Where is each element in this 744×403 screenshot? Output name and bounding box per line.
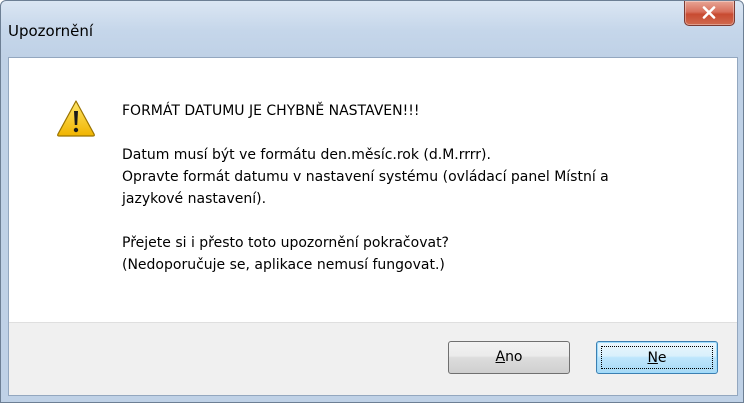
close-icon — [702, 6, 716, 19]
no-button-label: e — [657, 350, 667, 366]
message-line: Datum musí být ve formátu den.měsíc.rok … — [122, 147, 491, 163]
title-bar[interactable]: Upozornění — [1, 1, 743, 57]
message-question: Přejete si i přesto toto upozornění pokr… — [122, 235, 449, 251]
window-title: Upozornění — [8, 22, 94, 40]
close-button[interactable] — [684, 1, 735, 26]
dialog-client-area: FORMÁT DATUMU JE CHYBNĚ NASTAVEN!!! Datu… — [8, 57, 738, 396]
yes-button[interactable]: Ano — [448, 341, 570, 374]
no-button-accelerator: N — [647, 350, 658, 366]
message-area: FORMÁT DATUMU JE CHYBNĚ NASTAVEN!!! Datu… — [9, 58, 737, 322]
message-line: jazykové nastavení). — [122, 191, 267, 207]
yes-button-accelerator: A — [495, 349, 506, 365]
focus-rectangle: Ne — [601, 346, 713, 369]
message-text: FORMÁT DATUMU JE CHYBNĚ NASTAVEN!!! Datu… — [122, 100, 722, 276]
yes-button-label: no — [505, 349, 523, 365]
message-line: Opravte formát datumu v nastavení systém… — [122, 169, 609, 185]
message-note: (Nedoporučuje se, aplikace nemusí fungov… — [122, 257, 445, 273]
dialog-window: Upozornění FORMÁT DATUMU JE CHYBNĚ NASTA… — [0, 0, 744, 403]
no-button[interactable]: Ne — [596, 341, 718, 374]
message-heading: FORMÁT DATUMU JE CHYBNĚ NASTAVEN!!! — [122, 103, 420, 119]
warning-icon — [57, 100, 95, 137]
